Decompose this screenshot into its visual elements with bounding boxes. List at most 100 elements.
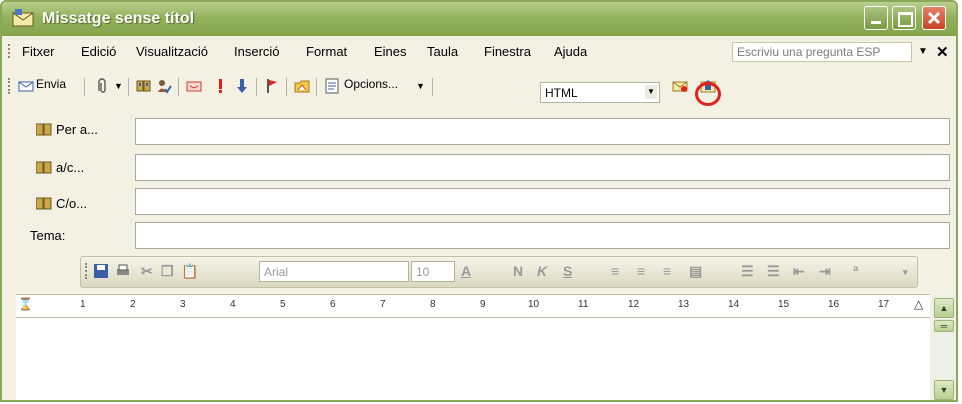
toolbar-separator — [286, 78, 287, 96]
maximize-button[interactable] — [892, 6, 916, 30]
send-button[interactable]: Envia — [36, 77, 66, 91]
subject-label: Tema: — [30, 228, 66, 243]
underline-button[interactable]: S — [563, 263, 572, 279]
ruler-number: 14 — [728, 299, 740, 310]
menu-eines[interactable]: Eines — [374, 44, 407, 59]
ruler[interactable]: ⌛ 1 2 3 4 5 6 7 8 9 10 11 12 13 14 15 16… — [16, 294, 930, 318]
font-size-value: 10 — [416, 265, 430, 279]
ruler-number: 4 — [230, 299, 236, 310]
message-body[interactable] — [16, 318, 930, 400]
copy-icon[interactable]: ❐ — [161, 263, 174, 280]
vertical-scrollbar[interactable]: ▲ ═ ▼ — [932, 294, 956, 400]
options-folder-icon[interactable] — [294, 78, 310, 94]
scroll-down-icon[interactable]: ▼ — [934, 380, 954, 400]
low-importance-icon[interactable] — [234, 78, 250, 94]
ruler-number: 16 — [828, 299, 840, 310]
options-page-icon[interactable] — [324, 78, 340, 94]
title-bar[interactable]: Missatge sense títol — [2, 2, 956, 36]
message-format-select[interactable]: HTML ▼ — [540, 82, 660, 103]
font-color-icon[interactable]: A — [461, 263, 471, 279]
save-icon[interactable] — [93, 263, 109, 279]
bullets-icon[interactable]: ☰ — [767, 263, 780, 280]
attach-dropdown-icon[interactable]: ▼ — [114, 81, 123, 91]
ruler-number: 13 — [678, 299, 690, 310]
numbering-icon[interactable]: ☰ — [741, 263, 754, 280]
ruler-number: 11 — [578, 299, 589, 310]
high-importance-icon[interactable] — [212, 78, 228, 94]
menu-ajuda[interactable]: Ajuda — [554, 44, 587, 59]
cc-field[interactable] — [135, 154, 950, 181]
message-window: Missatge sense títol Fitxer Edició Visua… — [0, 0, 958, 402]
font-name-select[interactable]: Arial — [259, 261, 409, 282]
toolbar-separator — [84, 78, 85, 96]
to-field[interactable] — [135, 118, 950, 145]
menu-taula[interactable]: Taula — [427, 44, 458, 59]
justify-icon[interactable]: ▤ — [689, 263, 702, 280]
decrease-indent-icon[interactable]: ⇤ — [793, 263, 805, 280]
follow-up-flag-icon[interactable] — [264, 78, 280, 94]
message-format-value: HTML — [545, 86, 578, 100]
subject-field[interactable] — [135, 222, 950, 249]
right-indent-icon[interactable]: △ — [914, 297, 923, 311]
menu-format[interactable]: Format — [306, 44, 347, 59]
toolbar-separator — [316, 78, 317, 96]
minimize-button[interactable] — [864, 6, 888, 30]
menu-insercio[interactable]: Inserció — [234, 44, 280, 59]
increase-indent-icon[interactable]: ⇥ — [819, 263, 831, 280]
close-button[interactable] — [922, 6, 946, 30]
font-size-select[interactable]: 10 — [411, 261, 455, 282]
align-right-icon[interactable]: ≡ — [663, 263, 671, 279]
bcc-field[interactable] — [135, 188, 950, 215]
align-center-icon[interactable]: ≡ — [637, 263, 645, 279]
envelope-sign-icon[interactable] — [672, 78, 688, 94]
to-label[interactable]: Per a... — [36, 122, 98, 137]
check-names-icon[interactable] — [156, 78, 172, 94]
address-book-icon — [36, 123, 52, 136]
menubar-grip[interactable] — [8, 44, 13, 58]
attach-icon[interactable] — [94, 78, 110, 94]
maximize-icon — [898, 12, 913, 27]
menu-visualitzacio[interactable]: Visualització — [136, 44, 208, 59]
cc-label[interactable]: a/c... — [36, 160, 84, 175]
align-left-icon[interactable]: ≡ — [611, 263, 619, 279]
bcc-label[interactable]: C/o... — [36, 196, 87, 211]
ruler-number: 2 — [130, 299, 136, 310]
toolbar-separator — [256, 78, 257, 96]
to-button-label: Per a... — [56, 122, 98, 137]
ruler-number: 3 — [180, 299, 186, 310]
bcc-button-label: C/o... — [56, 196, 88, 211]
italic-button[interactable]: K — [537, 263, 547, 279]
scroll-up-icon[interactable]: ▲ — [934, 298, 954, 318]
options-dropdown-icon[interactable]: ▼ — [416, 81, 425, 91]
toolbar-options-icon[interactable]: ▾ — [903, 267, 908, 278]
ruler-number: 10 — [528, 299, 540, 310]
address-book-icon[interactable] — [136, 78, 152, 94]
ruler-number: 17 — [878, 299, 890, 310]
menu-finestra[interactable]: Finestra — [484, 44, 531, 59]
ruler-number: 1 — [80, 299, 86, 310]
font-name-value: Arial — [264, 265, 289, 279]
flag-importance-icon[interactable] — [186, 78, 202, 94]
ask-question-input[interactable]: Escriviu una pregunta ESP — [732, 42, 912, 62]
toolbar-grip[interactable] — [8, 78, 13, 94]
cc-button-label: a/c... — [56, 160, 85, 175]
first-line-indent-icon[interactable]: ⌛ — [18, 297, 33, 311]
highlight-circle — [695, 82, 721, 106]
ruler-number: 15 — [778, 299, 790, 310]
menu-edicio[interactable]: Edició — [81, 44, 116, 59]
paste-icon[interactable]: 📋 — [181, 263, 198, 280]
ruler-number: 8 — [430, 299, 436, 310]
menu-fitxer[interactable]: Fitxer — [22, 44, 55, 59]
close-document-icon[interactable]: ✕ — [936, 43, 949, 61]
chevron-down-icon[interactable]: ▼ — [645, 85, 657, 99]
chevron-down-icon[interactable]: ▼ — [918, 46, 928, 57]
scroll-thumb[interactable]: ═ — [934, 320, 954, 332]
ruler-number: 7 — [380, 299, 386, 310]
options-button[interactable]: Opcions... — [344, 77, 398, 91]
bold-button[interactable]: N — [513, 263, 523, 279]
ruler-number: 9 — [480, 299, 486, 310]
cut-icon[interactable]: ✂ — [141, 263, 153, 280]
formatting-grip[interactable] — [85, 263, 90, 279]
print-icon[interactable] — [115, 263, 131, 279]
phonetic-guide-icon[interactable]: ª — [853, 263, 858, 279]
